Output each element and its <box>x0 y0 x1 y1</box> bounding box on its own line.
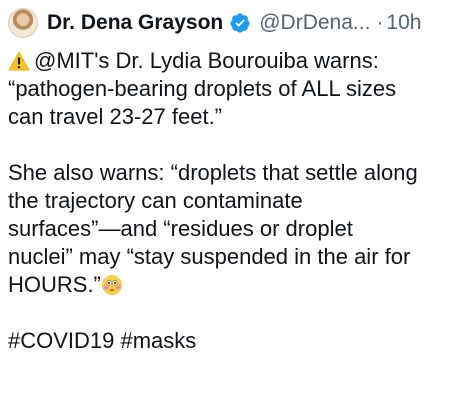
tweet-text-line: She also warns: “droplets that settle al… <box>8 160 418 185</box>
hashtags[interactable]: #COVID19 #masks <box>8 327 464 355</box>
author-avatar[interactable] <box>8 8 38 38</box>
author-handle[interactable]: @DrDena... <box>259 11 370 35</box>
tweet[interactable]: Dr. Dena Grayson @DrDena... · 10h @MIT's… <box>0 0 468 404</box>
paragraph-break <box>8 131 464 159</box>
author-display-name[interactable]: Dr. Dena Grayson <box>47 11 223 35</box>
mention-link[interactable]: @MIT's Dr. Lydia Bourouiba warns: <box>34 48 379 73</box>
tweet-text: @MIT's Dr. Lydia Bourouiba warns: “patho… <box>8 47 464 355</box>
warning-icon <box>8 51 30 71</box>
tweet-text-line: “pathogen-bearing droplets of ALL sizes <box>8 76 397 101</box>
verified-badge-icon <box>230 13 250 33</box>
flushed-face-icon <box>102 275 122 295</box>
header-separator: · <box>376 11 384 34</box>
tweet-text-line: @MIT's Dr. Lydia Bourouiba warns: <box>8 47 464 75</box>
tweet-text-line: surfaces”—and “residues or droplet <box>8 216 353 241</box>
tweet-timestamp[interactable]: 10h <box>386 11 421 35</box>
tweet-text-line: the trajectory can contaminate <box>8 188 303 213</box>
tweet-text-fragment: HOURS.” <box>8 272 101 297</box>
tweet-header: Dr. Dena Grayson @DrDena... · 10h <box>8 6 464 40</box>
paragraph-break <box>8 299 464 327</box>
tweet-text-line: nuclei” may “stay suspended in the air f… <box>8 244 411 269</box>
tweet-text-line: HOURS.” <box>8 271 464 299</box>
tweet-text-line: can travel 23-27 feet.” <box>8 104 223 129</box>
